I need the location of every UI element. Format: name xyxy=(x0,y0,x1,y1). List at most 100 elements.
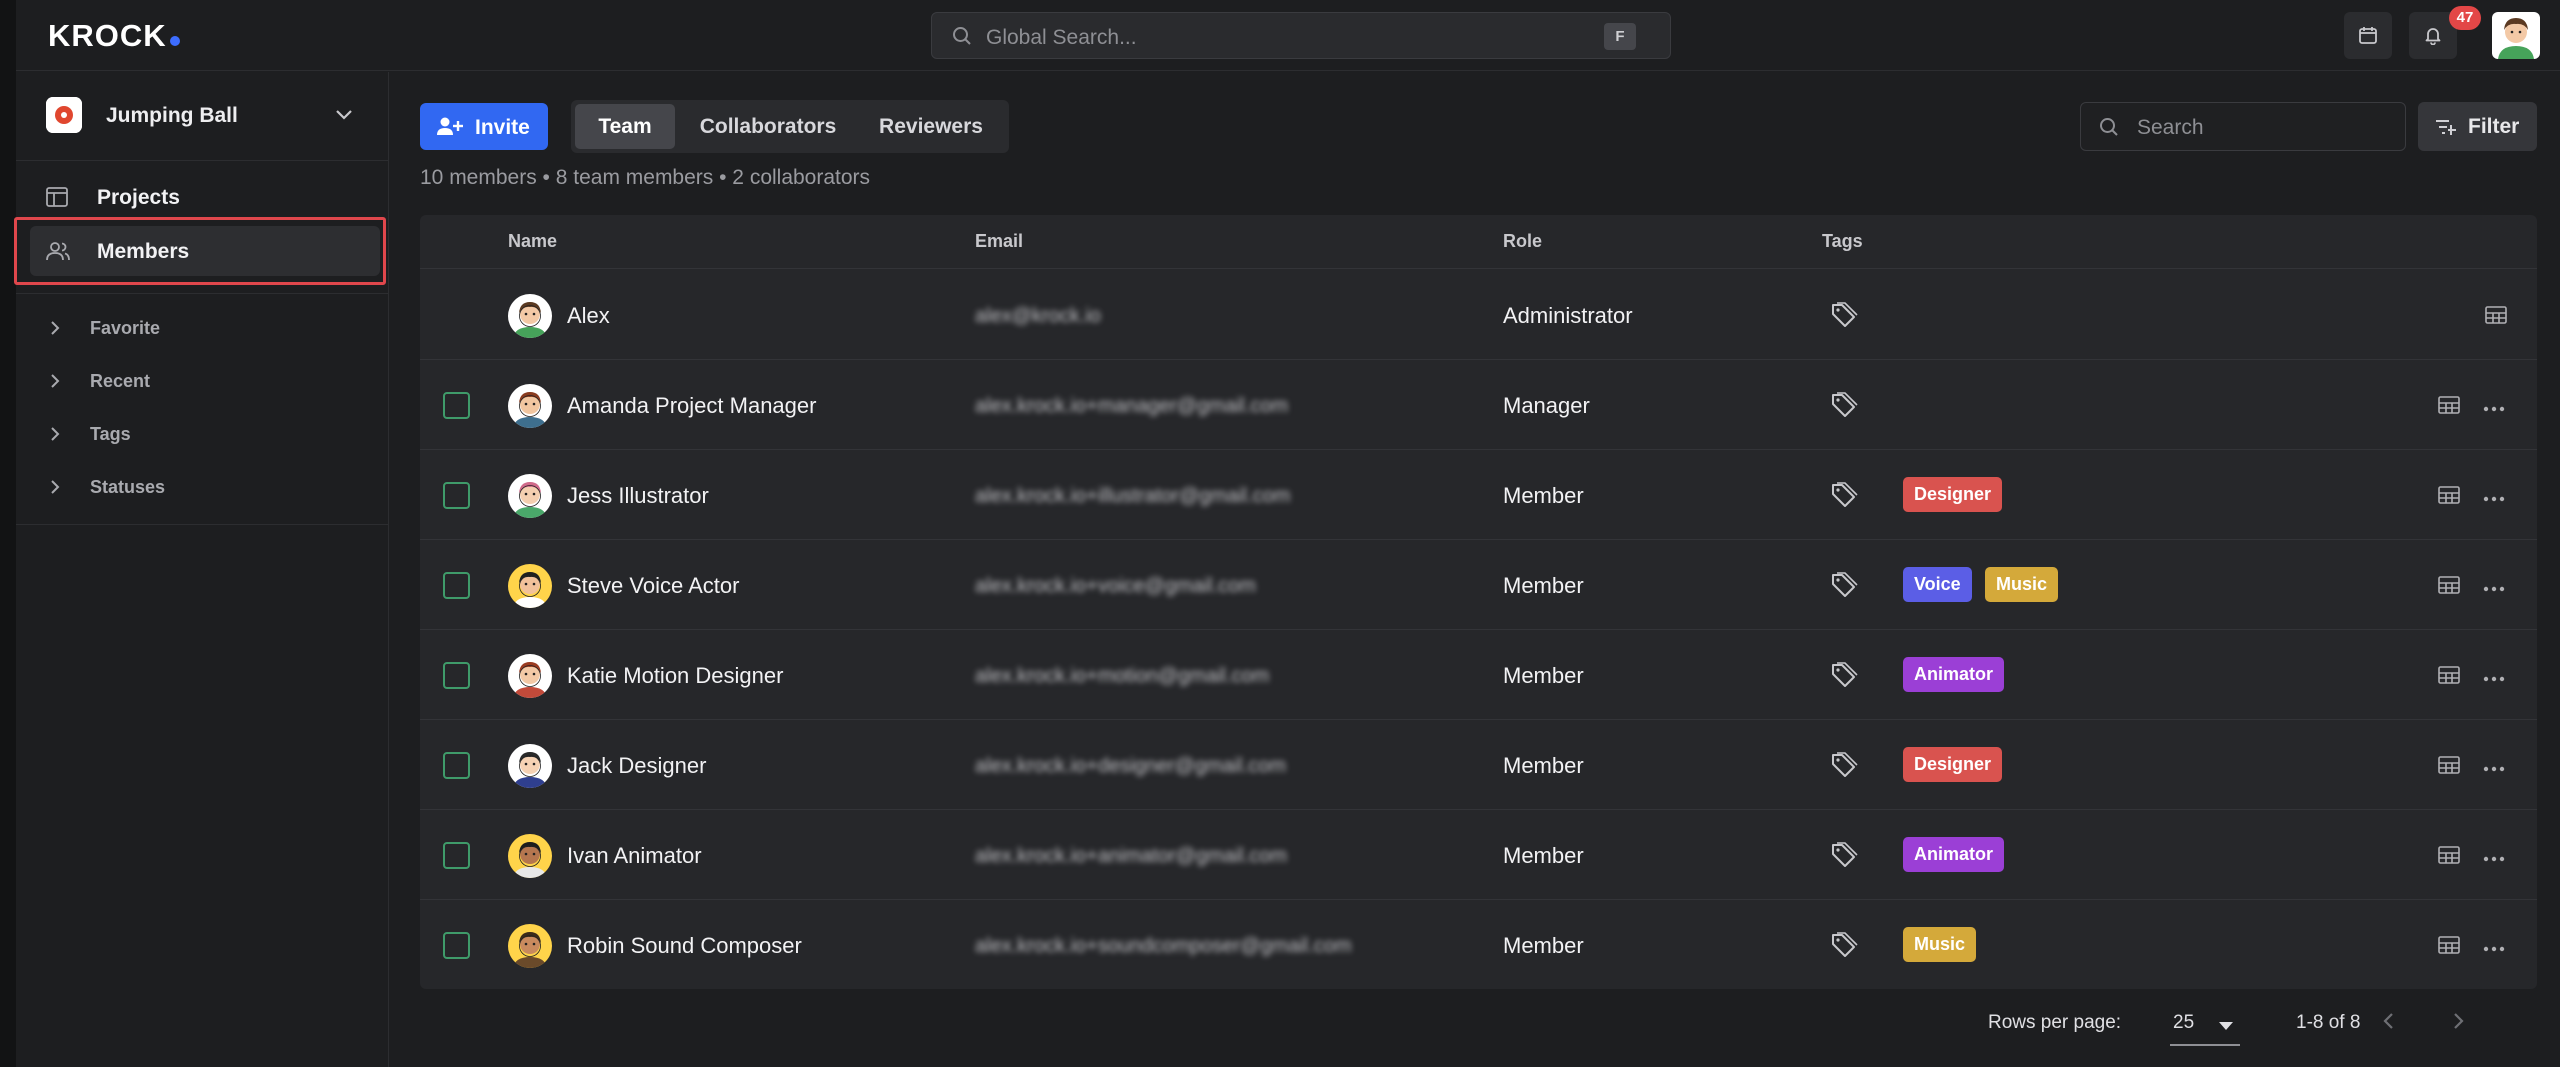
filter-button[interactable]: Filter xyxy=(2418,102,2537,151)
member-tag[interactable]: Animator xyxy=(1903,657,2004,692)
table-row[interactable]: Jack Designeralex.krock.io+designer@gmai… xyxy=(420,720,2537,810)
chevron-right-icon xyxy=(46,372,64,395)
more-options-icon[interactable] xyxy=(2483,670,2505,688)
notification-count-badge: 47 xyxy=(2449,6,2481,30)
tag-icon[interactable] xyxy=(1830,752,1858,783)
member-search-input[interactable]: Search xyxy=(2080,102,2406,151)
member-summary: 10 members • 8 team members • 2 collabor… xyxy=(420,166,870,190)
row-checkbox[interactable] xyxy=(443,752,470,779)
row-checkbox[interactable] xyxy=(443,662,470,689)
page-range: 1-8 of 8 xyxy=(2296,1012,2360,1034)
table-row[interactable]: Ivan Animatoralex.krock.io+animator@gmai… xyxy=(420,810,2537,900)
invite-button[interactable]: Invite xyxy=(420,103,548,150)
search-shortcut-key: F xyxy=(1604,23,1636,50)
group-label: Statuses xyxy=(90,477,165,498)
member-role: Member xyxy=(1503,663,1584,689)
tag-icon[interactable] xyxy=(1830,482,1858,513)
tag-icon[interactable] xyxy=(1830,572,1858,603)
table-layout-icon[interactable] xyxy=(2438,756,2460,779)
selection-highlight xyxy=(14,217,386,285)
table-layout-icon[interactable] xyxy=(2438,486,2460,509)
table-layout-icon[interactable] xyxy=(2438,396,2460,419)
table-layout-icon[interactable] xyxy=(2438,936,2460,959)
logo[interactable]: KROCK xyxy=(48,18,180,54)
divider xyxy=(16,293,388,294)
member-avatar xyxy=(508,834,552,878)
search-icon xyxy=(2099,117,2119,142)
tag-icon[interactable] xyxy=(1830,302,1858,333)
member-email: alex.krock.io+designer@gmail.com xyxy=(975,755,1286,778)
tab-team[interactable]: Team xyxy=(575,104,675,149)
more-options-icon[interactable] xyxy=(2483,400,2505,418)
member-name: Jess Illustrator xyxy=(567,483,709,509)
member-avatar xyxy=(508,384,552,428)
previous-page-button[interactable] xyxy=(2378,1010,2400,1037)
rows-per-page-label: Rows per page: xyxy=(1988,1012,2121,1034)
table-row[interactable]: Amanda Project Manageralex.krock.io+mana… xyxy=(420,360,2537,450)
member-role: Member xyxy=(1503,933,1584,959)
more-options-icon[interactable] xyxy=(2483,940,2505,958)
member-name: Steve Voice Actor xyxy=(567,573,739,599)
user-avatar[interactable] xyxy=(2492,12,2540,59)
member-tag[interactable]: Designer xyxy=(1903,747,2002,782)
table-layout-icon[interactable] xyxy=(2438,666,2460,689)
tab-reviewers[interactable]: Reviewers xyxy=(859,104,1003,149)
table-row[interactable]: Alexalex@krock.ioAdministrator xyxy=(420,270,2537,360)
row-checkbox[interactable] xyxy=(443,572,470,599)
sidebar-item-projects[interactable]: Projects xyxy=(30,172,380,222)
table-row[interactable]: Katie Motion Designeralex.krock.io+motio… xyxy=(420,630,2537,720)
members-table: Name Email Role Tags Alexalex@krock.ioAd… xyxy=(420,215,2537,989)
group-label: Recent xyxy=(90,371,150,392)
table-row[interactable]: Jess Illustrator alex.krock.io+illustrato… xyxy=(420,450,2537,540)
tab-collaborators[interactable]: Collaborators xyxy=(683,104,853,149)
project-switcher[interactable]: Jumping Ball xyxy=(16,72,388,161)
more-options-icon[interactable] xyxy=(2483,760,2505,778)
tag-icon[interactable] xyxy=(1830,662,1858,693)
member-tag[interactable]: Animator xyxy=(1903,837,2004,872)
filter-label: Filter xyxy=(2468,115,2519,139)
member-tag[interactable]: Designer xyxy=(1903,477,2002,512)
row-checkbox[interactable] xyxy=(443,392,470,419)
column-header-tags[interactable]: Tags xyxy=(1822,231,1863,252)
column-header-role[interactable]: Role xyxy=(1503,231,1542,252)
row-checkbox[interactable] xyxy=(443,842,470,869)
member-email: alex.krock.io+illustrator@gmail.com xyxy=(975,485,1290,508)
column-header-name[interactable]: Name xyxy=(508,231,557,252)
member-avatar xyxy=(508,924,552,968)
member-name: Alex xyxy=(567,303,610,329)
global-search-input[interactable]: Global Search... F xyxy=(931,12,1671,59)
column-header-email[interactable]: Email xyxy=(975,231,1023,252)
member-name: Robin Sound Composer xyxy=(567,933,802,959)
member-email: alex.krock.io+animator@gmail.com xyxy=(975,845,1287,868)
rows-per-page-select[interactable]: 25 xyxy=(2170,1010,2240,1046)
row-checkbox[interactable] xyxy=(443,932,470,959)
group-label: Tags xyxy=(90,424,131,445)
more-options-icon[interactable] xyxy=(2483,580,2505,598)
table-layout-icon[interactable] xyxy=(2485,306,2507,329)
table-row[interactable]: Steve Voice Actor alex.krock.io+voice@gma… xyxy=(420,540,2537,630)
next-page-button[interactable] xyxy=(2447,1010,2469,1037)
calendar-button[interactable] xyxy=(2344,12,2392,59)
member-email: alex.krock.io+voice@gmail.com xyxy=(975,575,1256,598)
member-email: alex.krock.io+manager@gmail.com xyxy=(975,395,1288,418)
chevron-right-icon xyxy=(46,425,64,448)
tag-icon[interactable] xyxy=(1830,932,1858,963)
tag-icon[interactable] xyxy=(1830,392,1858,423)
row-checkbox[interactable] xyxy=(443,482,470,509)
table-layout-icon[interactable] xyxy=(2438,576,2460,599)
table-layout-icon[interactable] xyxy=(2438,846,2460,869)
table-row[interactable]: Robin Sound Composeralex.krock.io+soundc… xyxy=(420,900,2537,989)
top-bar: KROCK Global Search... F 47 xyxy=(16,0,2560,71)
more-options-icon[interactable] xyxy=(2483,850,2505,868)
member-tag[interactable]: Music xyxy=(1903,927,1976,962)
member-tag[interactable]: Voice xyxy=(1903,567,1972,602)
group-label: Favorite xyxy=(90,318,160,339)
member-avatar xyxy=(508,474,552,518)
member-tag[interactable]: Music xyxy=(1985,567,2058,602)
member-role: Administrator xyxy=(1503,303,1633,329)
member-role: Member xyxy=(1503,573,1584,599)
chevron-right-icon xyxy=(46,319,64,342)
sidebar-item-label: Projects xyxy=(97,186,180,210)
more-options-icon[interactable] xyxy=(2483,490,2505,508)
tag-icon[interactable] xyxy=(1830,842,1858,873)
